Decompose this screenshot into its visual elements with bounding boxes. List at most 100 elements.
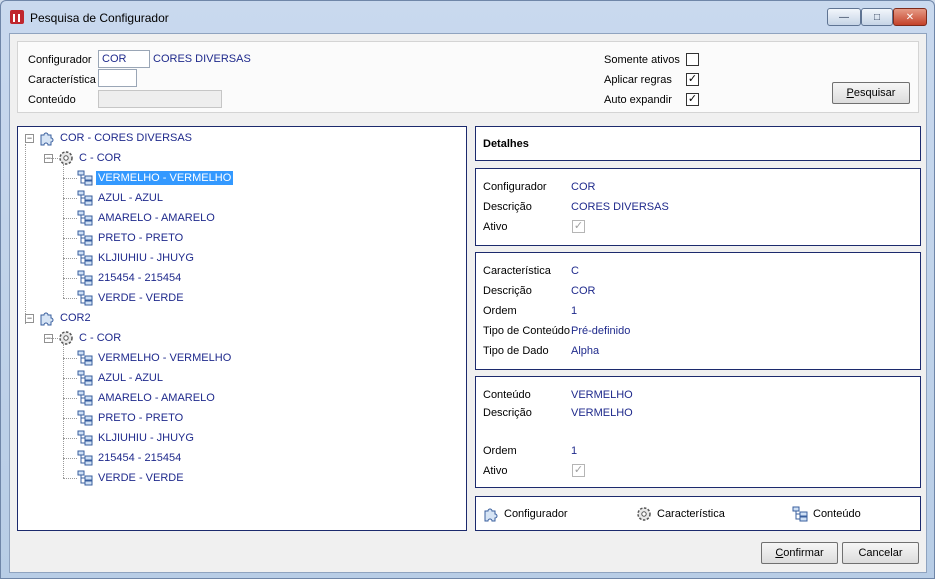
det-cont-ativo-label: Ativo bbox=[483, 465, 508, 477]
pesquisar-accel: P bbox=[846, 87, 854, 99]
window-client-area: Configurador CORES DIVERSAS Característi… bbox=[9, 33, 927, 573]
tree-node-conteudo[interactable]: VERMELHO - VERMELHO bbox=[77, 170, 234, 186]
det-conteudo-label: Conteúdo bbox=[483, 389, 531, 401]
tree-node-label: KLJIUHIU - JHUYG bbox=[98, 252, 194, 264]
details-title: Detalhes bbox=[483, 138, 529, 150]
det-tipo-dado-value: Alpha bbox=[571, 345, 600, 357]
det-config-descricao-label: Descrição bbox=[483, 201, 532, 213]
det-caracteristica-label: Característica bbox=[483, 265, 551, 277]
somente-ativos-checkbox[interactable] bbox=[686, 53, 699, 66]
tree-node-caracteristica[interactable]: C - COR bbox=[58, 330, 123, 346]
list-tree-icon bbox=[77, 430, 93, 446]
puzzle-icon bbox=[39, 130, 55, 146]
tree-node-conteudo[interactable]: KLJIUHIU - JHUYG bbox=[77, 430, 196, 446]
tree-connector bbox=[63, 164, 64, 298]
tree-node-label: AZUL - AZUL bbox=[98, 192, 163, 204]
configurador-description: CORES DIVERSAS bbox=[153, 53, 251, 65]
list-tree-icon bbox=[77, 350, 93, 366]
details-header-panel: Detalhes bbox=[475, 126, 921, 161]
tree-node-label: C - COR bbox=[79, 332, 122, 344]
tree-node-label: PRETO - PRETO bbox=[98, 412, 184, 424]
tree-node-configurador[interactable]: COR - CORES DIVERSAS bbox=[39, 130, 194, 146]
tree-node-conteudo[interactable]: VERDE - VERDE bbox=[77, 470, 186, 486]
expand-toggle-icon[interactable]: − bbox=[25, 134, 34, 143]
tree-connector bbox=[63, 438, 77, 439]
tree-node-conteudo[interactable]: VERMELHO - VERMELHO bbox=[77, 350, 233, 366]
tree-node-label: PRETO - PRETO bbox=[98, 232, 184, 244]
tree-node-label: VERMELHO - VERMELHO bbox=[96, 171, 234, 185]
title-bar[interactable]: Pesquisa de Configurador — □ ✕ bbox=[1, 1, 934, 33]
tree-node-configurador[interactable]: COR2 bbox=[39, 310, 93, 326]
tree-node-conteudo[interactable]: PRETO - PRETO bbox=[77, 230, 185, 246]
filter-panel: Configurador CORES DIVERSAS Característi… bbox=[17, 41, 919, 113]
det-cont-ativo-checkbox: ✓ bbox=[572, 464, 585, 477]
aplicar-regras-checkbox[interactable]: ✓ bbox=[686, 73, 699, 86]
tree-connector bbox=[63, 218, 77, 219]
auto-expandir-checkbox[interactable]: ✓ bbox=[686, 93, 699, 106]
tree-connector bbox=[63, 344, 64, 478]
list-tree-icon bbox=[77, 210, 93, 226]
tree-connector bbox=[63, 378, 77, 379]
tree-node-conteudo[interactable]: AMARELO - AMARELO bbox=[77, 210, 217, 226]
tree-node-conteudo[interactable]: AMARELO - AMARELO bbox=[77, 390, 217, 406]
configurador-input[interactable] bbox=[98, 50, 150, 68]
configurador-details-panel: Configurador COR Descrição CORES DIVERSA… bbox=[475, 168, 921, 246]
confirmar-accel: C bbox=[775, 547, 784, 559]
det-caracteristica-value: C bbox=[571, 265, 579, 277]
list-tree-icon bbox=[77, 390, 93, 406]
puzzle-icon bbox=[484, 508, 498, 522]
det-carac-descricao-label: Descrição bbox=[483, 285, 532, 297]
conteudo-input[interactable] bbox=[98, 90, 222, 108]
tree-connector bbox=[63, 278, 77, 279]
tree-connector bbox=[63, 358, 77, 359]
configurador-label: Configurador bbox=[28, 54, 92, 66]
tree-node-label: KLJIUHIU - JHUYG bbox=[98, 432, 194, 444]
cancelar-button[interactable]: Cancelar bbox=[842, 542, 919, 564]
tree-connector bbox=[63, 458, 77, 459]
legend-conteudo: Conteúdo bbox=[792, 506, 861, 522]
list-tree-icon bbox=[77, 410, 93, 426]
maximize-button[interactable]: □ bbox=[861, 8, 893, 26]
cancelar-label: Cancelar bbox=[858, 547, 903, 559]
list-tree-icon bbox=[77, 170, 93, 186]
tree-node-conteudo[interactable]: AZUL - AZUL bbox=[77, 370, 165, 386]
list-tree-icon bbox=[77, 250, 93, 266]
tree-node-conteudo[interactable]: AZUL - AZUL bbox=[77, 190, 165, 206]
minimize-button[interactable]: — bbox=[827, 8, 861, 26]
det-cont-descricao-value: VERMELHO bbox=[571, 407, 633, 419]
det-configurador-label: Configurador bbox=[483, 181, 547, 193]
tree-node-conteudo[interactable]: 215454 - 215454 bbox=[77, 450, 183, 466]
det-configurador-value: COR bbox=[571, 181, 596, 193]
tree-node-conteudo[interactable]: VERDE - VERDE bbox=[77, 290, 186, 306]
list-tree-icon bbox=[77, 230, 93, 246]
det-carac-descricao-value: COR bbox=[571, 285, 596, 297]
gear-icon bbox=[58, 150, 74, 166]
tree-connector bbox=[63, 178, 77, 179]
tree-node-label: AMARELO - AMARELO bbox=[98, 212, 215, 224]
close-button[interactable]: ✕ bbox=[893, 8, 927, 26]
tree-node-caracteristica[interactable]: C - COR bbox=[58, 150, 123, 166]
tree-connector bbox=[63, 418, 77, 419]
tree-connector bbox=[44, 338, 58, 339]
legend-caracteristica: Característica bbox=[636, 506, 725, 522]
det-tipo-conteudo-label: Tipo de Conteúdo bbox=[483, 325, 571, 337]
det-config-descricao-value: CORES DIVERSAS bbox=[571, 201, 669, 213]
tree-connector bbox=[63, 238, 77, 239]
icon-legend-panel: Configurador Característica Conteúdo bbox=[475, 496, 921, 531]
somente-ativos-label: Somente ativos bbox=[604, 54, 680, 66]
tree-node-conteudo[interactable]: KLJIUHIU - JHUYG bbox=[77, 250, 196, 266]
tree-node-label: AMARELO - AMARELO bbox=[98, 392, 215, 404]
caracteristica-label: Característica bbox=[28, 74, 96, 86]
confirmar-button[interactable]: Confirmar bbox=[761, 542, 838, 564]
tree-node-conteudo[interactable]: PRETO - PRETO bbox=[77, 410, 185, 426]
tree-node-label: COR - CORES DIVERSAS bbox=[60, 132, 193, 144]
det-cont-descricao-label: Descrição bbox=[483, 407, 532, 419]
pesquisar-button[interactable]: Pesquisar bbox=[832, 82, 910, 104]
det-cont-ordem-value: 1 bbox=[571, 445, 578, 457]
legend-conteudo-label: Conteúdo bbox=[813, 508, 861, 520]
list-tree-icon bbox=[77, 290, 93, 306]
expand-toggle-icon[interactable]: − bbox=[25, 314, 34, 323]
caracteristica-input[interactable] bbox=[98, 69, 137, 87]
configurador-tree[interactable]: − COR - CORES DIVERSAS − C - COR VERMELHO - … bbox=[17, 126, 467, 531]
tree-node-conteudo[interactable]: 215454 - 215454 bbox=[77, 270, 183, 286]
